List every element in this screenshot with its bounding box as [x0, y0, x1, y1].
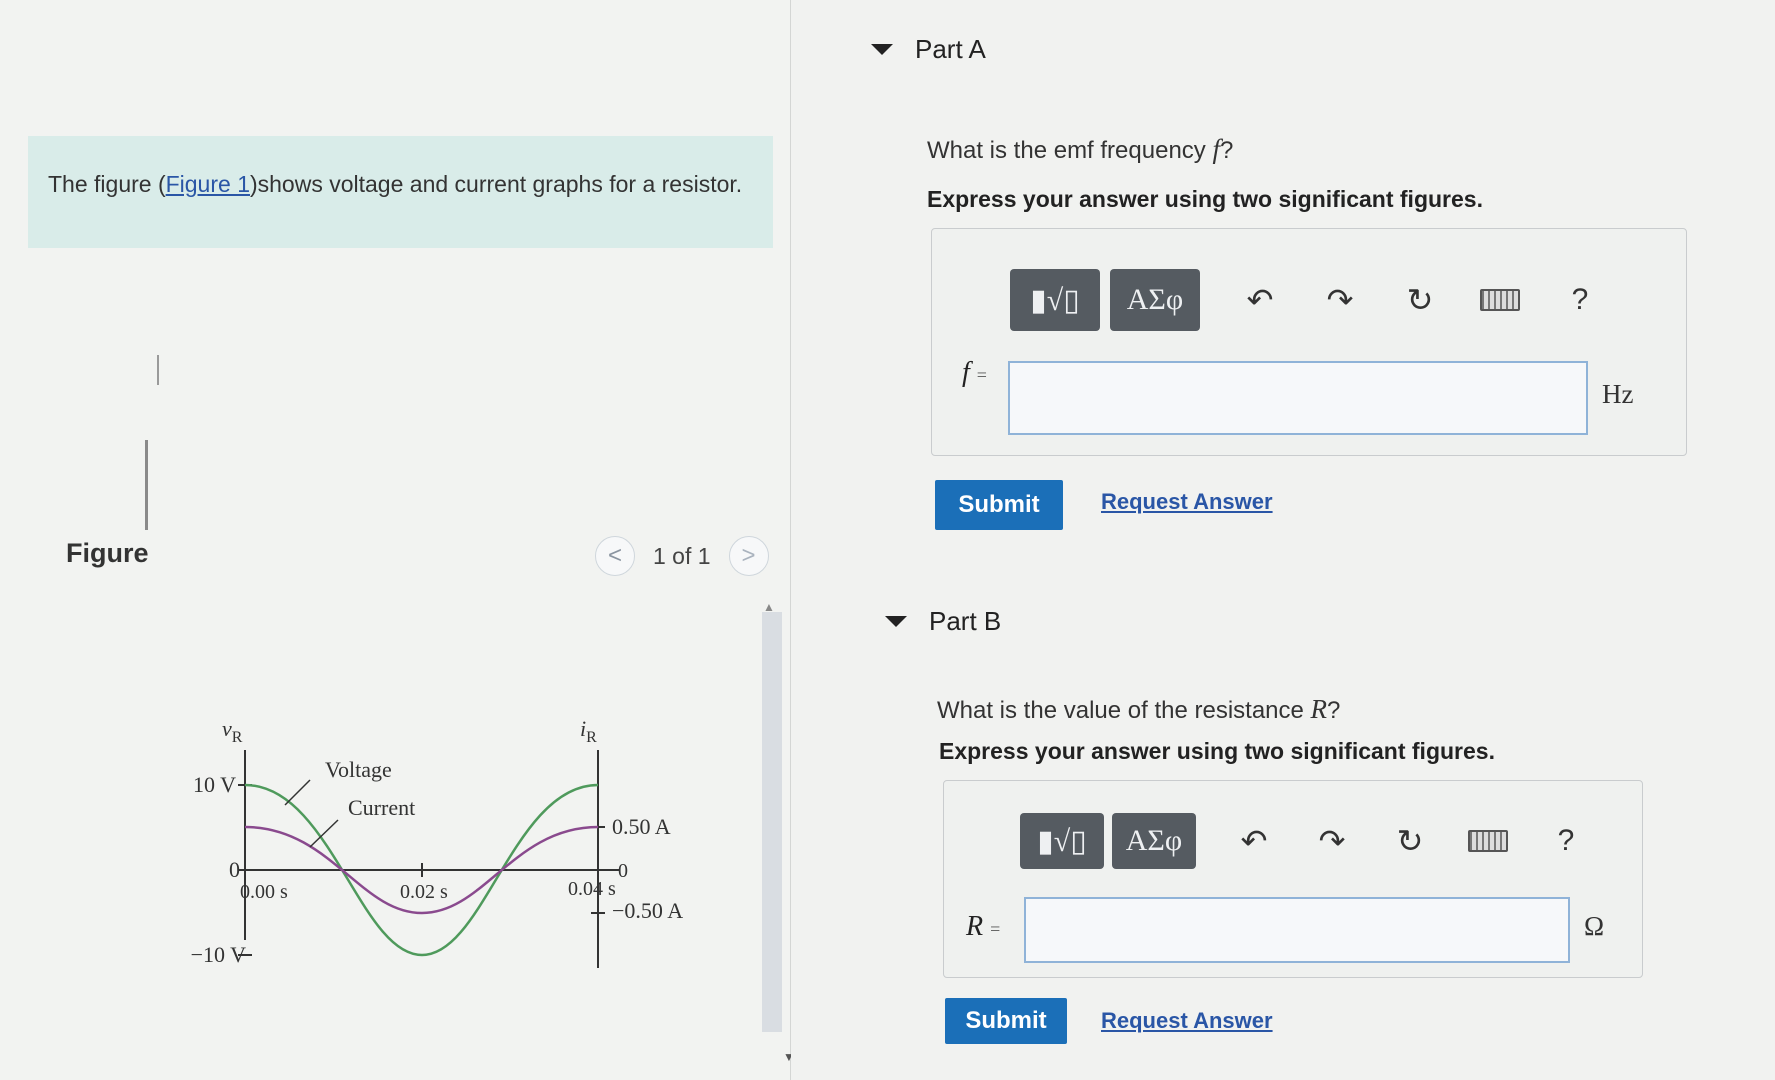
part-a-question: What is the emf frequency f?	[927, 134, 1234, 164]
voltage-axis-label: vR	[222, 716, 243, 746]
current-axis-label: iR	[580, 716, 597, 746]
part-b-answer-box: ▮√▯ ΑΣφ ↶ ↷ ↻ ? R = Ω	[943, 780, 1643, 978]
part-a-title: Part A	[915, 34, 986, 64]
part-a-variable: f =	[962, 357, 987, 388]
part-b-request-answer-link[interactable]: Request Answer	[1101, 1008, 1273, 1034]
voltage-curve-label: Voltage	[325, 757, 392, 782]
figure-scrollbar[interactable]	[762, 612, 782, 1032]
caret-down-icon	[885, 616, 907, 627]
intro-text-after: )shows voltage and current graphs for a …	[249, 171, 743, 197]
part-b-question: What is the value of the resistance R?	[937, 694, 1341, 724]
reset-icon[interactable]: ↻	[1400, 281, 1440, 319]
keyboard-icon[interactable]	[1468, 830, 1508, 852]
next-figure-button[interactable]: >	[728, 536, 769, 576]
ohm-unit-label: Ω	[1584, 911, 1605, 941]
prev-figure-button[interactable]: <	[595, 536, 635, 576]
page-indicator: 1 of 1	[653, 542, 711, 569]
keyboard-icon[interactable]	[1480, 289, 1520, 311]
caret-down-icon	[871, 44, 893, 55]
undo-icon[interactable]: ↶	[1234, 822, 1274, 860]
hz-unit-label: Hz	[1602, 379, 1634, 409]
math-template-button[interactable]: ▮√▯	[1010, 269, 1100, 331]
part-b-toolbar: ▮√▯ ΑΣφ ↶ ↷ ↻ ?	[1020, 813, 1586, 869]
part-b-title: Part B	[929, 606, 1002, 636]
undo-icon[interactable]: ↶	[1240, 281, 1280, 319]
voltage-max-label: 10 V	[193, 772, 236, 797]
part-a-header[interactable]: Part A	[871, 34, 986, 65]
figure-link[interactable]: Figure 1	[166, 171, 250, 197]
time-label-0: 0.00 s	[240, 881, 288, 903]
part-a-toolbar: ▮√▯ ΑΣφ ↶ ↷ ↻ ?	[1010, 269, 1600, 331]
time-label-2: 0.04 s	[568, 878, 616, 900]
voltage-min-label: −10 V	[191, 942, 247, 967]
frequency-input[interactable]	[1008, 361, 1588, 435]
divider-mark	[145, 440, 148, 530]
part-a-submit-button[interactable]: Submit	[935, 480, 1063, 530]
voltage-leader-line	[284, 779, 311, 806]
time-label-1: 0.02 s	[400, 881, 448, 903]
greek-symbols-button[interactable]: ΑΣφ	[1112, 813, 1196, 869]
voltage-current-graph: vR iR 10 V 0 −10 V 0.50 A 0 −0.50 A 0.00…	[191, 716, 683, 968]
figure-pager: < 1 of 1 >	[595, 536, 769, 576]
part-a-answer-box: ▮√▯ ΑΣφ ↶ ↷ ↻ ? f = Hz	[931, 228, 1687, 456]
help-icon[interactable]: ?	[1560, 283, 1600, 317]
help-icon[interactable]: ?	[1546, 824, 1586, 858]
part-b-variable: R =	[966, 911, 1001, 942]
reset-icon[interactable]: ↻	[1390, 822, 1430, 860]
math-template-button[interactable]: ▮√▯	[1020, 813, 1104, 869]
redo-icon[interactable]: ↷	[1320, 281, 1360, 319]
current-curve-label: Current	[348, 795, 415, 820]
chevron-right-icon: >	[741, 542, 756, 569]
intro-text-before: The figure (	[48, 171, 166, 197]
part-b-submit-button[interactable]: Submit	[945, 998, 1067, 1044]
greek-symbols-button[interactable]: ΑΣφ	[1110, 269, 1200, 331]
redo-icon[interactable]: ↷	[1312, 822, 1352, 860]
figure-panel: The figure (Figure 1)shows voltage and c…	[0, 0, 795, 1080]
part-a-request-answer-link[interactable]: Request Answer	[1101, 489, 1273, 515]
current-max-label: 0.50 A	[612, 814, 671, 839]
questions-panel: Part A What is the emf frequency f? Expr…	[791, 0, 1775, 1080]
divider-mark	[157, 355, 159, 385]
figure-title: Figure	[66, 538, 149, 568]
problem-intro: The figure (Figure 1)shows voltage and c…	[28, 136, 773, 248]
part-b-instruction: Express your answer using two significan…	[939, 738, 1495, 764]
voltage-zero-label: 0	[229, 857, 240, 882]
current-zero-label: 0	[618, 860, 628, 882]
part-b-header[interactable]: Part B	[885, 606, 1001, 637]
chevron-left-icon: <	[607, 542, 622, 569]
part-a-instruction: Express your answer using two significan…	[927, 186, 1483, 212]
current-min-label: −0.50 A	[612, 898, 683, 923]
resistance-input[interactable]	[1024, 897, 1570, 963]
